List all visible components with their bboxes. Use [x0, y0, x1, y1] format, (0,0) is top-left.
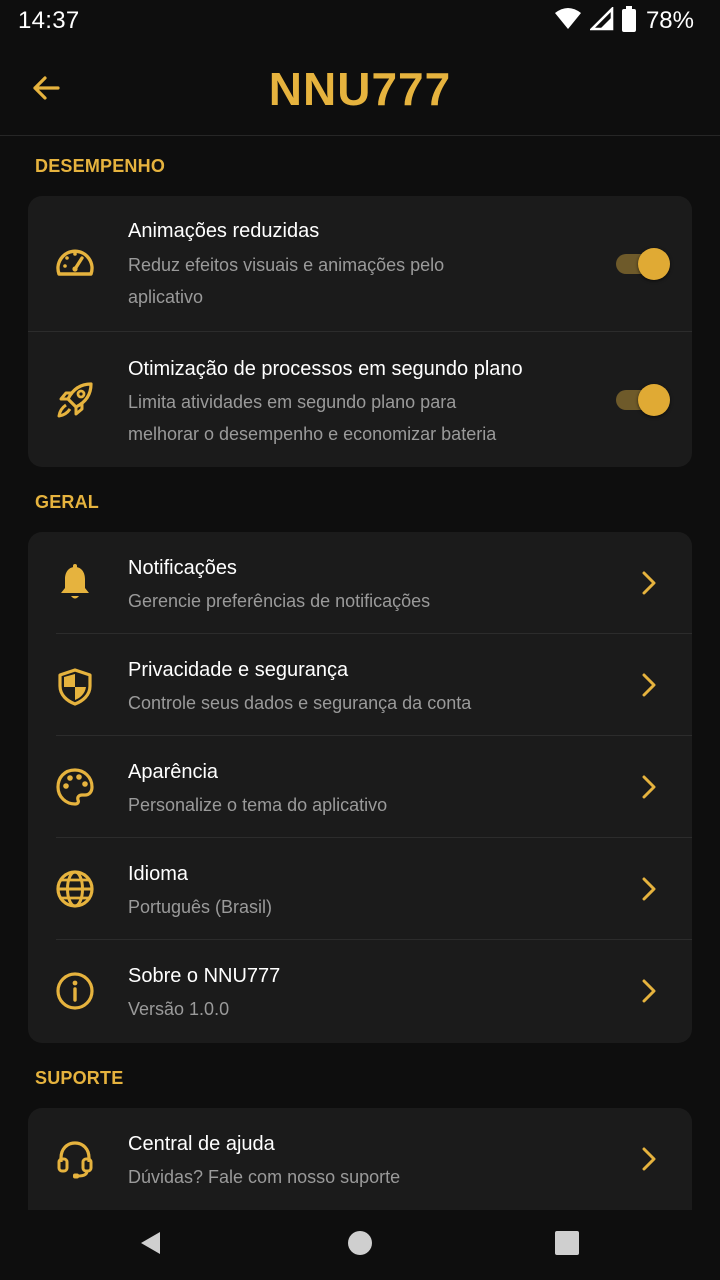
setting-title: Sobre o NNU777: [128, 965, 281, 987]
toggle-thumb: [638, 248, 670, 280]
setting-description: Português (Brasil): [128, 897, 273, 917]
setting-title: Idioma: [128, 863, 189, 885]
setting-description: Dúvidas? Fale com nosso suporte: [128, 1167, 401, 1187]
info-icon: [52, 968, 98, 1014]
section-title-general: GERAL: [35, 492, 99, 512]
status-bar: 14:37 78%: [0, 0, 720, 44]
setting-description: Gerencie preferências de notificações: [128, 591, 431, 611]
chevron-right-icon: [634, 1144, 664, 1174]
chevron-right-icon: [634, 874, 664, 904]
headset-icon: [52, 1136, 98, 1182]
setting-language[interactable]: Idioma Português (Brasil): [28, 838, 692, 940]
setting-reduced-animations[interactable]: Animações reduzidas Reduz efeitos visuai…: [28, 196, 692, 332]
setting-title: Aparência: [128, 761, 219, 783]
section-title-support: SUPORTE: [35, 1068, 124, 1088]
nav-back-button[interactable]: [136, 1230, 166, 1260]
setting-title: Notificações: [128, 557, 237, 579]
section-title-performance: DESEMPENHO: [35, 156, 166, 176]
setting-description: Controle seus dados e segurança da conta: [128, 693, 472, 713]
chevron-right-icon: [634, 568, 664, 598]
setting-appearance[interactable]: Aparência Personalize o tema do aplicati…: [28, 736, 692, 838]
palette-icon: [52, 764, 98, 810]
back-triangle-icon: [138, 1230, 164, 1261]
performance-card: Animações reduzidas Reduz efeitos visuai…: [28, 196, 692, 467]
status-time: 14:37: [18, 7, 80, 34]
support-card: Central de ajuda Dúvidas? Fale com nosso…: [28, 1108, 692, 1210]
setting-help-center[interactable]: Central de ajuda Dúvidas? Fale com nosso…: [28, 1108, 692, 1210]
chevron-right-icon: [634, 976, 664, 1006]
bell-icon: [52, 560, 98, 606]
nav-recents-button[interactable]: [552, 1230, 582, 1260]
setting-description-line: aplicativo: [128, 287, 204, 307]
rocket-icon: [52, 377, 98, 423]
setting-description-line: melhorar o desempenho e economizar bater…: [128, 424, 497, 444]
speedometer-icon: [52, 240, 98, 286]
home-circle-icon: [347, 1230, 373, 1261]
general-card: Notificações Gerencie preferências de no…: [28, 532, 692, 1043]
battery-percent: 78%: [645, 7, 694, 34]
system-nav-bar: [0, 1210, 720, 1280]
globe-icon: [52, 866, 98, 912]
page-title: NNU777: [268, 63, 452, 115]
chevron-right-icon: [634, 772, 664, 802]
toggle-thumb: [638, 384, 670, 416]
signal-icon: [588, 5, 614, 36]
setting-description-line: Reduz efeitos visuais e animações pelo: [128, 255, 445, 275]
reduced-animations-toggle[interactable]: [614, 247, 670, 281]
setting-description: Reduz efeitos visuais e animações pelo a…: [128, 249, 588, 313]
setting-description: Versão 1.0.0: [128, 999, 230, 1019]
setting-title: Otimização de processos em segundo plano: [128, 358, 523, 380]
nav-home-button[interactable]: [345, 1230, 375, 1260]
recents-square-icon: [554, 1230, 580, 1261]
battery-icon: [621, 5, 636, 37]
setting-description: Personalize o tema do aplicativo: [128, 795, 388, 815]
wifi-icon: [554, 7, 582, 36]
background-optimization-toggle[interactable]: [614, 383, 670, 417]
chevron-right-icon: [634, 670, 664, 700]
setting-notifications[interactable]: Notificações Gerencie preferências de no…: [28, 532, 692, 634]
setting-title: Central de ajuda: [128, 1133, 275, 1155]
setting-title: Privacidade e segurança: [128, 659, 349, 681]
shield-icon: [52, 664, 98, 710]
setting-description-line: Limita atividades em segundo plano para: [128, 392, 457, 412]
status-icons: 78%: [554, 5, 694, 37]
setting-privacy[interactable]: Privacidade e segurança Controle seus da…: [28, 634, 692, 736]
setting-background-optimization[interactable]: Otimização de processos em segundo plano…: [28, 332, 692, 467]
app-bar: NNU777: [0, 44, 720, 136]
setting-title: Animações reduzidas: [128, 220, 320, 242]
setting-about[interactable]: Sobre o NNU777 Versão 1.0.0: [28, 940, 692, 1043]
setting-description: Limita atividades em segundo plano para …: [128, 386, 588, 450]
